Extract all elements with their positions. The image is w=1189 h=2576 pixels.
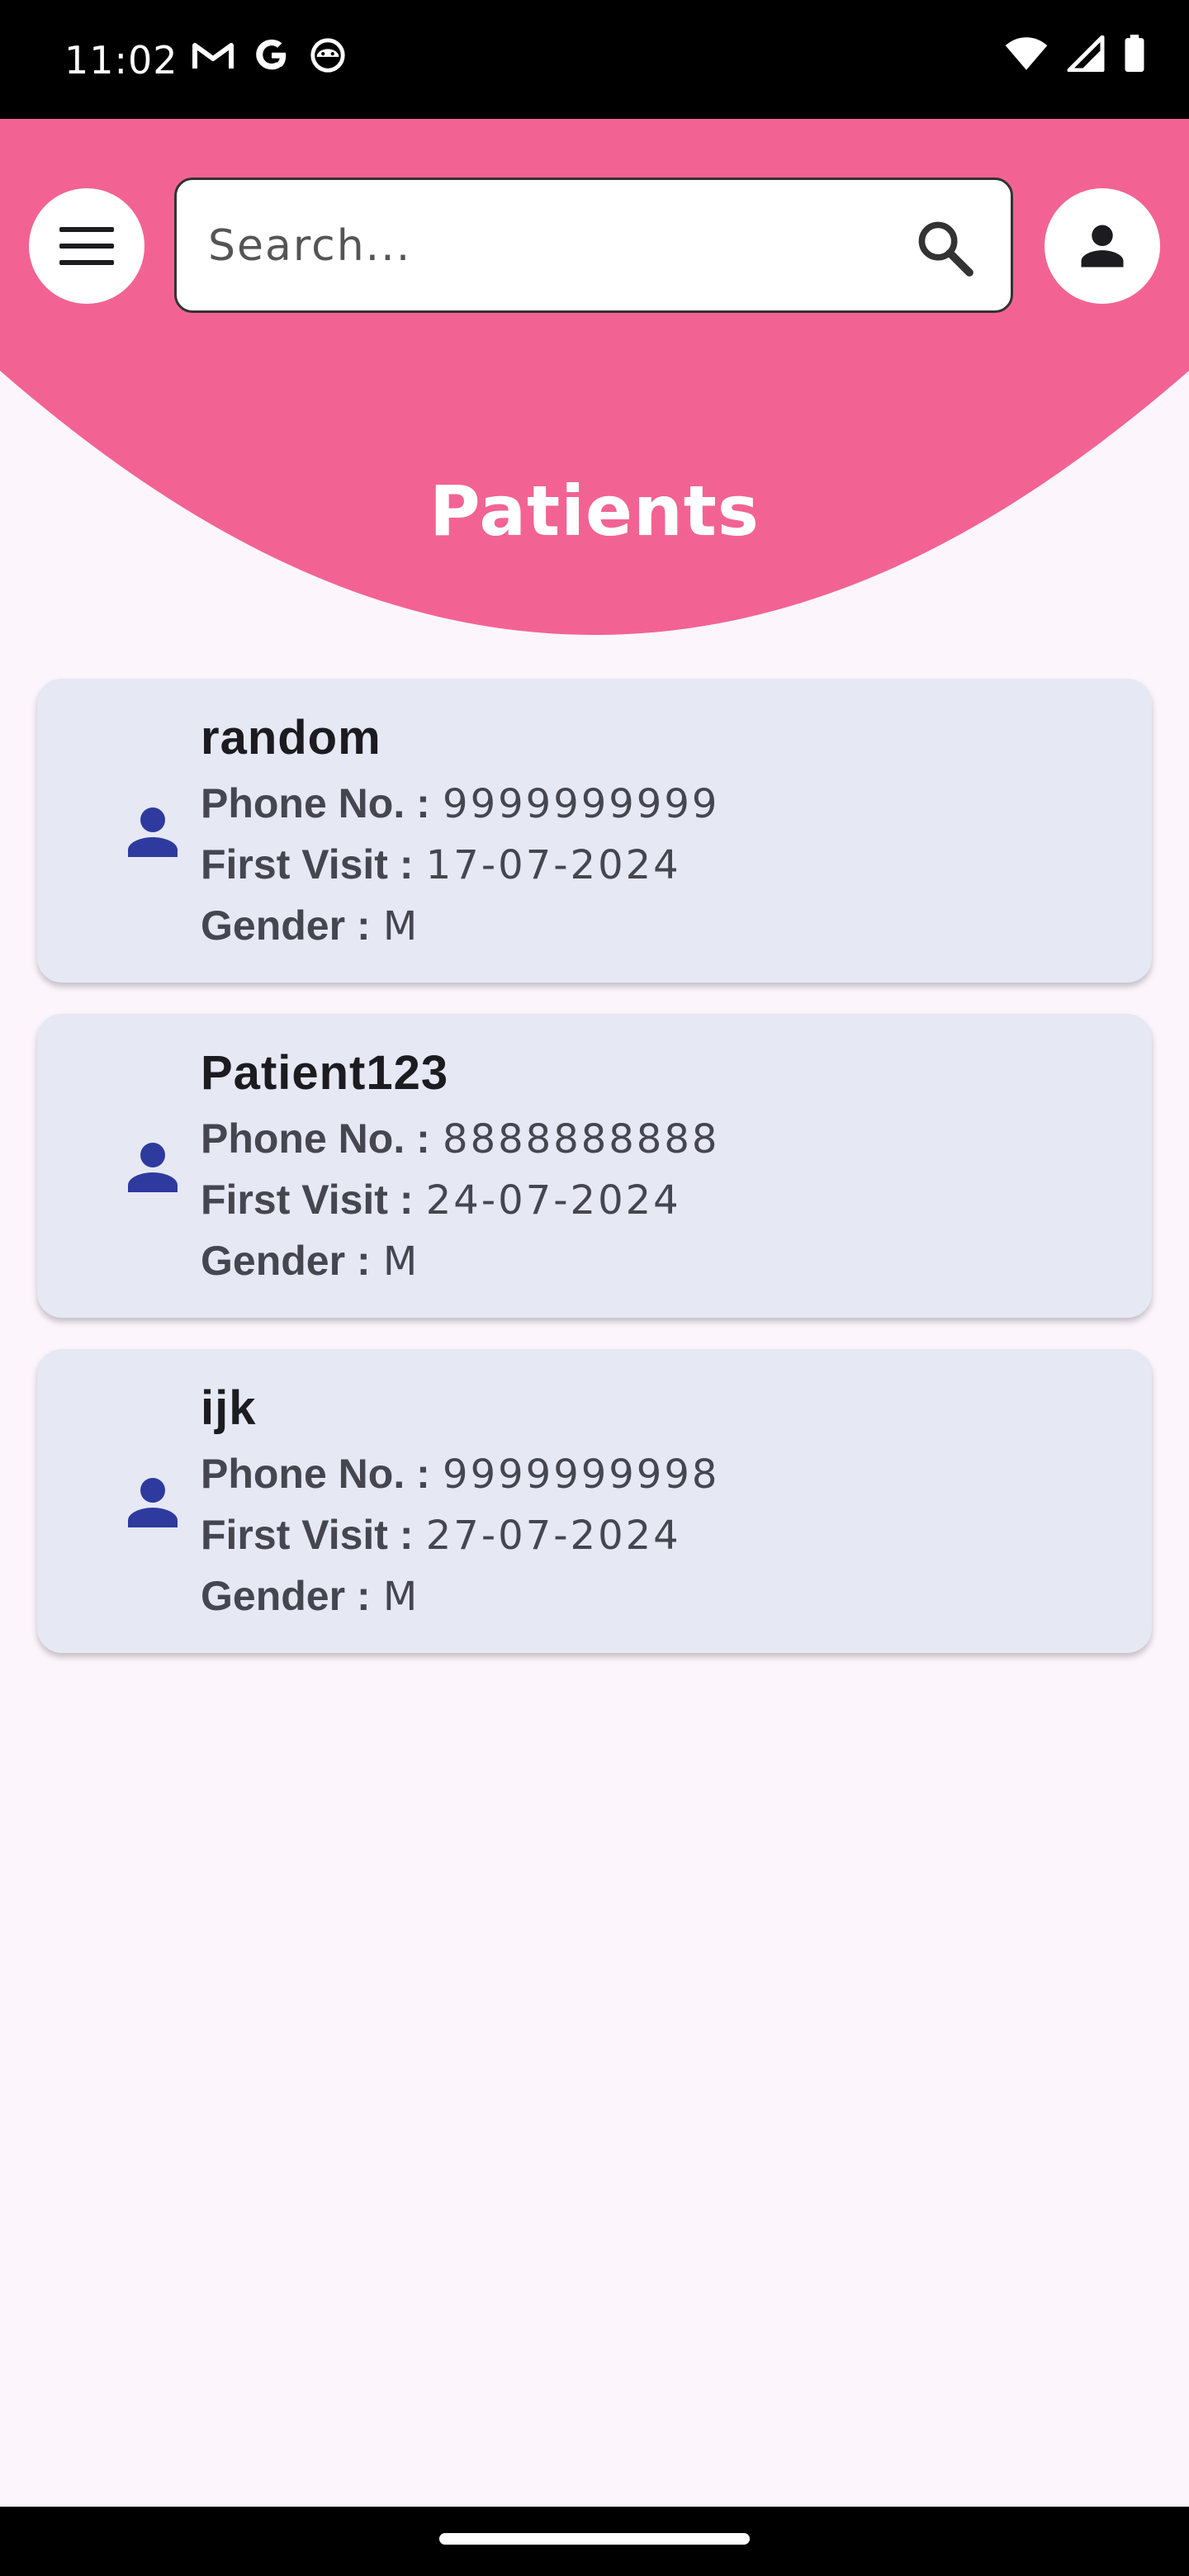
- status-notification-icons: [192, 36, 347, 74]
- gender-value: M: [382, 903, 420, 949]
- patient-person-icon: [128, 1143, 178, 1192]
- gender-value: M: [382, 1238, 420, 1285]
- phone-label: Phone No. :: [201, 1451, 430, 1497]
- phone-label: Phone No. :: [201, 1115, 430, 1162]
- status-bar: 11:02: [0, 0, 1189, 119]
- gmail-icon: [192, 43, 234, 69]
- gender-label: Gender :: [201, 1238, 371, 1284]
- patient-phone-row: Phone No. : 9999999999: [201, 779, 719, 827]
- patient-first-visit-row: First Visit : 24-07-2024: [201, 1176, 681, 1224]
- gender-label: Gender :: [201, 1573, 371, 1619]
- phone-value: 8888888888: [443, 1116, 720, 1163]
- phone-value: 9999999999: [443, 781, 720, 827]
- first-visit-value: 27-07-2024: [425, 1513, 681, 1559]
- patient-phone-row: Phone No. : 8888888888: [201, 1115, 719, 1163]
- patient-card[interactable]: random Phone No. : 9999999999 First Visi…: [37, 679, 1152, 983]
- profile-button[interactable]: [1045, 188, 1160, 304]
- first-visit-label: First Visit :: [201, 841, 414, 888]
- patient-name: ijk: [201, 1381, 257, 1435]
- home-indicator[interactable]: [439, 2533, 750, 2545]
- first-visit-value: 17-07-2024: [425, 842, 681, 888]
- patient-gender-row: Gender : M: [201, 902, 419, 949]
- phone-value: 9999999998: [443, 1451, 720, 1498]
- wifi-icon: [1005, 37, 1048, 70]
- page-title: Patients: [429, 471, 760, 552]
- status-system-icons: [1004, 35, 1146, 73]
- gender-value: M: [382, 1574, 420, 1620]
- person-icon: [1081, 225, 1124, 268]
- patient-gender-row: Gender : M: [201, 1572, 419, 1620]
- patient-name: Patient123: [201, 1046, 449, 1100]
- search-icon[interactable]: [913, 216, 976, 279]
- first-visit-label: First Visit :: [201, 1177, 414, 1223]
- patient-person-icon: [128, 807, 178, 857]
- first-visit-value: 24-07-2024: [425, 1177, 681, 1224]
- patient-person-icon: [128, 1478, 178, 1527]
- google-icon: [256, 39, 287, 70]
- patient-name: random: [201, 711, 381, 765]
- android-icon: [310, 38, 345, 73]
- battery-icon: [1125, 35, 1144, 72]
- first-visit-label: First Visit :: [201, 1512, 414, 1558]
- gender-label: Gender :: [201, 902, 371, 949]
- patient-gender-row: Gender : M: [201, 1237, 419, 1285]
- patient-phone-row: Phone No. : 9999999998: [201, 1450, 719, 1498]
- patient-first-visit-row: First Visit : 17-07-2024: [201, 841, 681, 888]
- patient-card[interactable]: Patient123 Phone No. : 8888888888 First …: [37, 1014, 1152, 1318]
- search-bar: [174, 178, 1013, 313]
- phone-label: Phone No. :: [201, 780, 430, 826]
- status-time: 11:02: [64, 38, 178, 83]
- hamburger-menu-icon: [59, 227, 114, 265]
- patient-card[interactable]: ijk Phone No. : 9999999998 First Visit :…: [37, 1349, 1152, 1653]
- menu-button[interactable]: [29, 188, 144, 304]
- search-input[interactable]: [206, 180, 887, 312]
- signal-icon: [1067, 36, 1105, 72]
- patient-first-visit-row: First Visit : 27-07-2024: [201, 1511, 681, 1559]
